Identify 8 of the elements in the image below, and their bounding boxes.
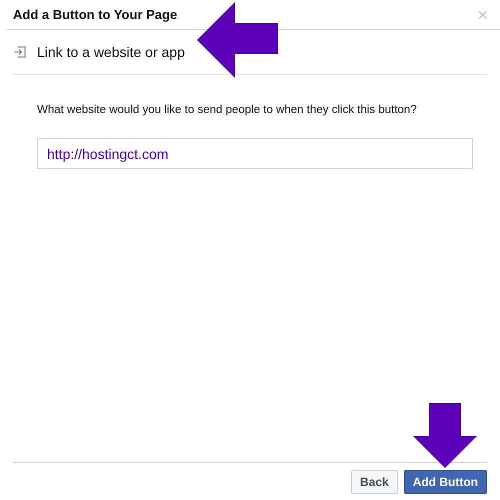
dialog-title: Add a Button to Your Page xyxy=(13,6,178,24)
question-text: What website would you like to send people to when they click this button? xyxy=(37,103,418,118)
link-icon xyxy=(14,46,26,58)
option-label[interactable]: Link to a website or app xyxy=(37,42,185,62)
back-button[interactable]: Back xyxy=(351,470,398,494)
add-button[interactable]: Add Button xyxy=(404,470,487,494)
arrow-annotation xyxy=(412,403,478,469)
url-field[interactable]: http://hostingct.com xyxy=(37,138,473,170)
